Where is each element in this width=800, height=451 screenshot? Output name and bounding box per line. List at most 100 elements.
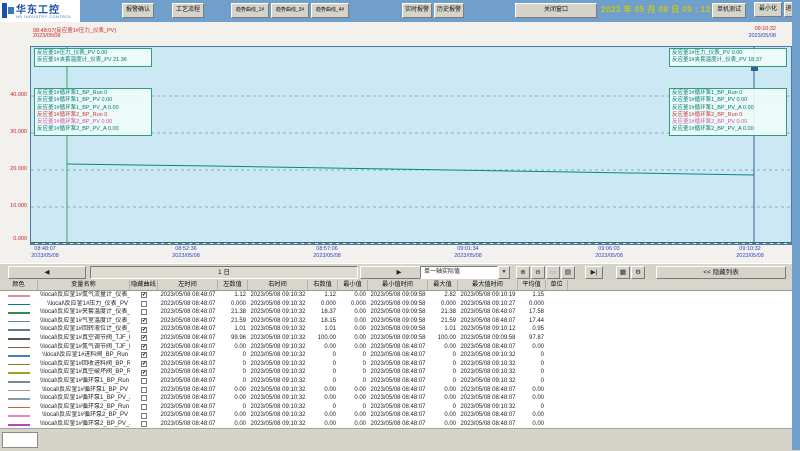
legend-box-mid-left[interactable]: 反应釜1#循环泵1_BP_Run 0反应釜1#循环泵1_BP_PV 0.00反应… — [34, 88, 152, 136]
column-header[interactable]: 最小值时间 — [368, 280, 428, 290]
cell-avg: 0 — [518, 368, 546, 377]
hide-curve-checkbox[interactable] — [141, 404, 147, 410]
column-header[interactable]: 最大值 — [428, 280, 458, 290]
column-header[interactable]: 左数值 — [218, 280, 248, 290]
column-header[interactable]: 平均值 — [518, 280, 546, 290]
jump-to-latest-icon[interactable]: ▶| — [585, 266, 603, 279]
table-row[interactable]: \\local\反应釜1#循环泵2_BP_Run2023/05/08 08:48… — [0, 403, 792, 412]
data-sheet-icon[interactable]: ▦ — [616, 266, 630, 279]
cell-lt: 2023/05/08 08:48:07 — [158, 325, 218, 334]
cell-rv: 0 — [308, 360, 338, 369]
hide-curve-checkbox[interactable]: ✔ — [141, 344, 147, 350]
trend-4-button[interactable]: 趋势曲线_4# — [311, 3, 349, 18]
scroll-left-button[interactable]: ◀ — [8, 266, 86, 279]
hide-curve-checkbox[interactable]: ✔ — [141, 335, 147, 341]
cell-maxt: 2023/05/08 09:10:12 — [458, 325, 518, 334]
table-row[interactable]: \\local\反应釜1#回收进料阀_BP_Run✔2023/05/08 08:… — [0, 360, 792, 369]
axis-mode-select[interactable]: 单一轴实际值 — [420, 266, 498, 279]
cell-lv: 0 — [218, 403, 248, 412]
cell-min: 0 — [338, 368, 368, 377]
hide-curve-checkbox[interactable] — [141, 395, 147, 401]
hide-curve-checkbox[interactable]: ✔ — [141, 352, 147, 358]
table-row[interactable]: \\local\反应釜1#循环泵1_BP_Run2023/05/08 08:48… — [0, 377, 792, 386]
hide-curve-checkbox[interactable] — [141, 413, 147, 419]
process-flow-button[interactable]: 工艺流程 — [172, 3, 204, 18]
cell-mint: 2023/05/08 08:48:07 — [368, 386, 428, 395]
cell-maxt: 2023/05/08 09:10:32 — [458, 368, 518, 377]
column-header[interactable]: 隐藏曲线 — [130, 280, 158, 290]
hide-curve-checkbox[interactable] — [141, 421, 147, 427]
variables-table: 颜色变量名称隐藏曲线左时间左数值右时间右数值最小值最小值时间最大值最大值时间平均… — [0, 280, 792, 428]
taskbar-button[interactable] — [2, 432, 38, 448]
cell-maxt: 2023/05/08 09:10:19 — [458, 291, 518, 300]
column-header[interactable]: 左时间 — [158, 280, 218, 290]
column-header[interactable]: 颜色 — [0, 280, 38, 290]
standalone-test-button[interactable]: 单机测试 — [712, 3, 746, 18]
hide-curve-checkbox[interactable]: ✔ — [141, 370, 147, 376]
alarm-ack-button[interactable]: 报警确认 — [122, 3, 154, 18]
chevron-down-icon[interactable]: ▼ — [498, 266, 510, 279]
cell-name: \\local\反应釜1#真空调节阀_TJF_KD_PV — [38, 334, 130, 343]
table-row[interactable]: \\local\反应釜1#循环泵1_BP_PV_A2023/05/08 08:4… — [0, 394, 792, 403]
cell-rt: 2023/05/08 09:10:32 — [248, 343, 308, 352]
cell-name: \\local\反应釜1#气室温度计_仪表_PV — [38, 317, 130, 326]
table-row[interactable]: \\local\反应釜1#真空破坏阀_BP_Run✔2023/05/08 08:… — [0, 368, 792, 377]
hide-list-button[interactable]: << 隐藏列表 — [656, 266, 786, 279]
x-tick-date: 2023/05/08 — [715, 253, 785, 260]
plot-area[interactable]: 反应釜1#压力_仪表_PV 0.00反应釜1#夹套温度计_仪表_PV 21.36… — [30, 46, 792, 245]
hide-curve-checkbox[interactable]: ✔ — [141, 361, 147, 367]
cell-maxt: 2023/05/08 09:10:32 — [458, 360, 518, 369]
time-span-field[interactable]: 1 日 — [90, 266, 358, 279]
cell-rt: 2023/05/08 09:10:32 — [248, 300, 308, 309]
table-row[interactable]: \\local\反应釜1#夹套温度计_仪表_PV2023/05/08 08:48… — [0, 308, 792, 317]
zoom-in-icon[interactable]: ⊕ — [516, 266, 530, 279]
trend-1-button[interactable]: 趋势曲线_1# — [231, 3, 269, 18]
minimize-button[interactable]: 最小化 — [754, 2, 782, 17]
hide-curve-checkbox[interactable] — [141, 378, 147, 384]
settings-gear-icon[interactable]: ⚙ — [631, 266, 645, 279]
cell-mint: 2023/05/08 09:09:58 — [368, 300, 428, 309]
curve-color-swatch — [8, 338, 30, 340]
table-row[interactable]: \\local\反应釜1#回转液位计_仪表_PV✔2023/05/08 08:4… — [0, 325, 792, 334]
column-header[interactable]: 最小值 — [338, 280, 368, 290]
history-alarm-button[interactable]: 历史报警 — [434, 3, 464, 18]
x-tick-time: 09:01:34 — [433, 246, 503, 253]
cell-maxt: 2023/05/08 08:48:07 — [458, 343, 518, 352]
cell-unit — [546, 343, 568, 352]
legend-box-mid-right[interactable]: 反应釜1#循环泵1_BP_Run 0反应釜1#循环泵1_BP_PV 0.00反应… — [669, 88, 787, 136]
column-header[interactable]: 变量名称 — [38, 280, 130, 290]
x-tick-label: 09:01:342023/05/08 — [433, 246, 503, 260]
table-row[interactable]: \\local\反应釜1#循环泵2_BP_PV2023/05/08 08:48:… — [0, 411, 792, 420]
realtime-alarm-button[interactable]: 实时报警 — [402, 3, 432, 18]
zoom-out-icon[interactable]: ⊖ — [531, 266, 545, 279]
print-icon[interactable]: ▤ — [561, 266, 575, 279]
table-row[interactable]: \\local\反应釜1#氮气流量计_仪表_PV✔2023/05/08 08:4… — [0, 291, 792, 300]
cell-mint: 2023/05/08 08:48:07 — [368, 360, 428, 369]
cell-name: \\local\反应釜1#循环泵1_BP_PV — [38, 386, 130, 395]
hide-curve-checkbox[interactable] — [141, 387, 147, 393]
curve-color-swatch — [8, 381, 30, 383]
hide-curve-checkbox[interactable]: ✔ — [141, 318, 147, 324]
legend-box-top-right[interactable]: 反应釜1#压力_仪表_PV 0.00反应釜1#夹套温度计_仪表_PV 18.37 — [669, 48, 787, 67]
table-row[interactable]: \\local\反应釜1#气室温度计_仪表_PV✔2023/05/08 08:4… — [0, 317, 792, 326]
close-window-button[interactable]: 关闭窗口 — [515, 3, 597, 18]
cell-lt: 2023/05/08 08:48:07 — [158, 351, 218, 360]
hide-curve-checkbox[interactable]: ✔ — [141, 327, 147, 333]
column-header[interactable]: 右时间 — [248, 280, 308, 290]
trend-3-button[interactable]: 趋势曲线_3# — [271, 3, 309, 18]
table-row[interactable]: \\local\反应釜1#循环泵1_BP_PV 2023/05/08 08:48:… — [0, 386, 792, 395]
column-header[interactable]: 单位 — [546, 280, 568, 290]
table-row[interactable]: \\local\反应釜1#真空调节阀_TJF_KD_PV✔2023/05/08 … — [0, 334, 792, 343]
x-tick-time: 09:06:03 — [574, 246, 644, 253]
column-header[interactable]: 右数值 — [308, 280, 338, 290]
hide-curve-checkbox[interactable]: ✔ — [141, 292, 147, 298]
table-row[interactable]: \\local\反应釜1#压力_仪表_PV2023/05/08 08:48:07… — [0, 300, 792, 309]
cell-max: 0 — [428, 360, 458, 369]
hide-curve-checkbox[interactable] — [141, 309, 147, 315]
table-row[interactable]: \\local\反应釜1#氮气调节阀_TJF_KD_PV✔2023/05/08 … — [0, 343, 792, 352]
hide-curve-checkbox[interactable] — [141, 301, 147, 307]
column-header[interactable]: 最大值时间 — [458, 280, 518, 290]
table-row[interactable]: \\local\反应釜1#进料阀_BP_Run✔2023/05/08 08:48… — [0, 351, 792, 360]
cell-rv: 18.15 — [308, 317, 338, 326]
legend-box-top-left[interactable]: 反应釜1#压力_仪表_PV 0.00反应釜1#夹套温度计_仪表_PV 21.36 — [34, 48, 152, 67]
